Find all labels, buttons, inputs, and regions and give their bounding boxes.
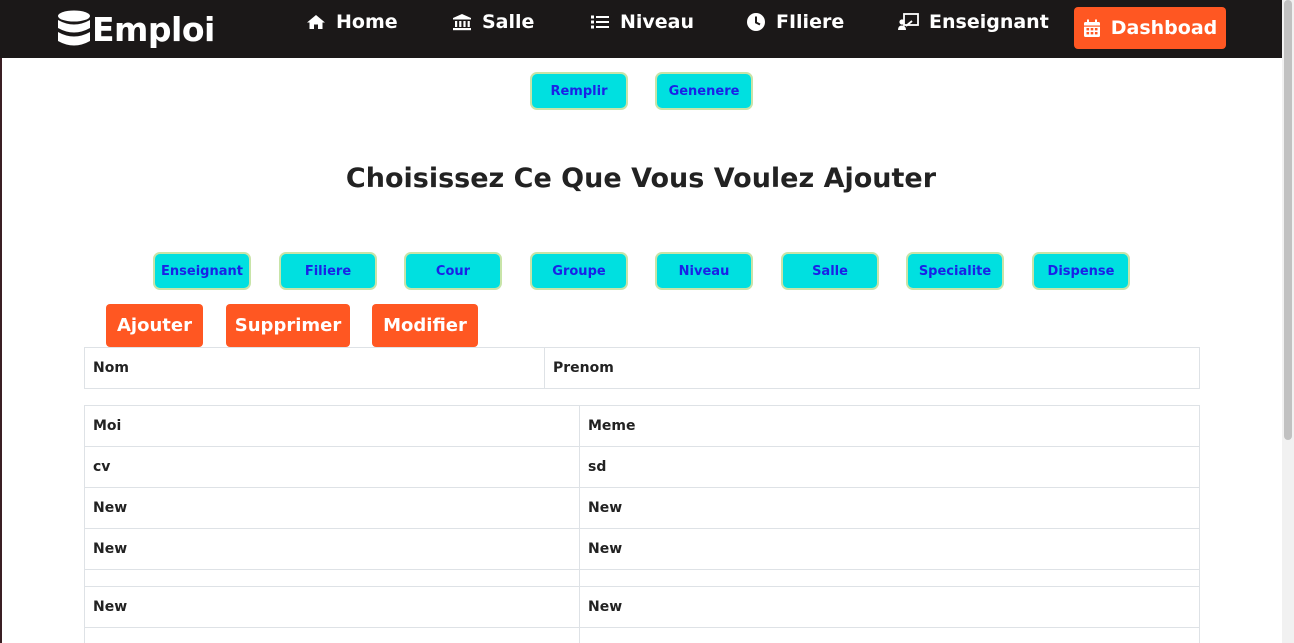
window-edge (0, 0, 2, 643)
cell-nom: New (84, 528, 580, 570)
cell-prenom: sd (579, 446, 1200, 488)
cell-prenom: New (579, 528, 1200, 570)
supprimer-button[interactable]: Supprimer (226, 304, 350, 347)
cell-prenom (579, 569, 1200, 587)
scrollbar-thumb[interactable] (1284, 0, 1292, 440)
nav-niveau-label: Niveau (620, 11, 695, 33)
category-niveau-button[interactable]: Niveau (655, 252, 753, 290)
cell-prenom (579, 627, 1200, 643)
genenere-button[interactable]: Genenere (655, 72, 753, 110)
database-icon (58, 10, 90, 46)
table-row[interactable]: New New (84, 528, 1200, 570)
category-dispense-button[interactable]: Dispense (1032, 252, 1130, 290)
dashboard-button[interactable]: Dashboad (1074, 7, 1226, 49)
table-row[interactable]: New New (84, 586, 1200, 628)
cell-nom (84, 627, 580, 643)
ajouter-button[interactable]: Ajouter (106, 304, 203, 347)
brand-logo[interactable]: Emploi (57, 8, 215, 50)
data-table: Moi Meme cv sd New New New New New New (84, 405, 1200, 643)
table-row[interactable]: New New (84, 487, 1200, 529)
category-filiere-button[interactable]: Filiere (279, 252, 377, 290)
cell-nom: New (84, 487, 580, 529)
home-icon (307, 15, 325, 29)
top-navbar: Emploi Home Salle Niveau FIliere Enseign… (0, 0, 1282, 58)
nav-enseignant-label: Enseignant (929, 11, 1049, 33)
nav-home-label: Home (336, 11, 398, 33)
cell-nom: cv (84, 446, 580, 488)
cell-prenom: New (579, 586, 1200, 628)
nav-salle-label: Salle (482, 11, 535, 33)
table-row[interactable] (84, 627, 1200, 643)
calendar-icon (1083, 19, 1100, 37)
vertical-scrollbar[interactable] (1282, 0, 1294, 643)
table-row[interactable] (84, 569, 1200, 587)
column-header-nom: Nom (84, 347, 545, 389)
cell-prenom: Meme (579, 405, 1200, 447)
category-specialite-button[interactable]: Specialite (906, 252, 1004, 290)
category-salle-button[interactable]: Salle (781, 252, 879, 290)
column-header-prenom: Prenom (544, 347, 1200, 389)
cell-prenom: New (579, 487, 1200, 529)
page-title: Choisissez Ce Que Vous Voulez Ajouter (345, 163, 937, 194)
nav-filiere[interactable]: FIliere (746, 8, 844, 36)
list-icon (591, 15, 609, 29)
nav-enseignant[interactable]: Enseignant (897, 8, 1049, 36)
table-header-row: Nom Prenom (84, 347, 1200, 389)
modifier-button[interactable]: Modifier (372, 304, 478, 347)
dashboard-label: Dashboad (1110, 17, 1218, 39)
bank-icon (453, 14, 471, 31)
table-header: Nom Prenom (84, 347, 1200, 389)
cell-nom (84, 569, 580, 587)
remplir-button[interactable]: Remplir (530, 72, 628, 110)
cell-nom: New (84, 586, 580, 628)
nav-salle[interactable]: Salle (452, 8, 534, 36)
nav-home[interactable]: Home (306, 8, 398, 36)
teacher-icon (898, 13, 919, 30)
brand-name: Emploi (92, 9, 215, 49)
category-enseignant-button[interactable]: Enseignant (153, 252, 251, 290)
nav-niveau[interactable]: Niveau (590, 8, 694, 36)
category-cour-button[interactable]: Cour (404, 252, 502, 290)
clock-icon (747, 13, 765, 31)
category-groupe-button[interactable]: Groupe (530, 252, 628, 290)
table-row[interactable]: Moi Meme (84, 405, 1200, 447)
nav-filiere-label: FIliere (776, 11, 845, 33)
table-row[interactable]: cv sd (84, 446, 1200, 488)
cell-nom: Moi (84, 405, 580, 447)
